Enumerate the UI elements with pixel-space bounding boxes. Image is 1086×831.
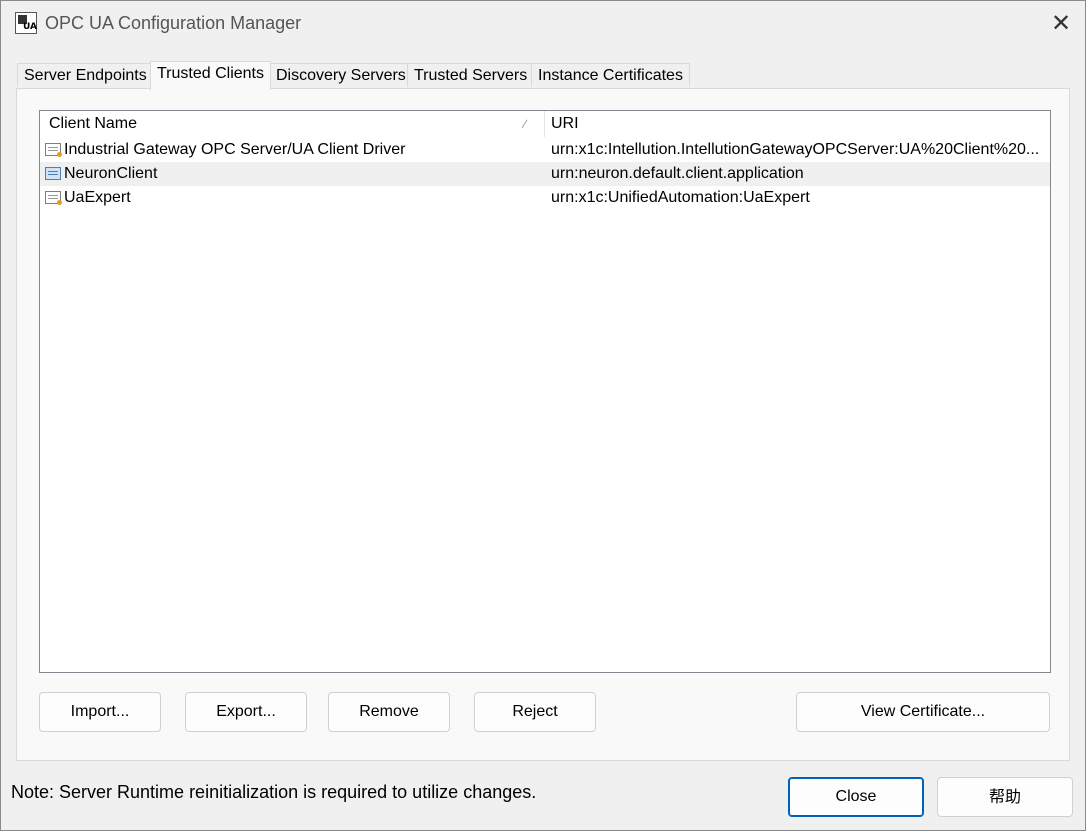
list-item[interactable]: UaExpert urn:x1c:UnifiedAutomation:UaExp… xyxy=(40,186,1050,210)
column-header-uri[interactable]: URI xyxy=(545,111,1050,137)
client-name: NeuronClient xyxy=(64,165,158,182)
close-button[interactable]: Close xyxy=(788,777,924,817)
help-button[interactable]: 帮助 xyxy=(937,777,1073,817)
sort-indicator-icon: ∕ xyxy=(524,117,527,131)
tab-discovery-servers[interactable]: Discovery Servers xyxy=(269,63,413,87)
list-item[interactable]: Industrial Gateway OPC Server/UA Client … xyxy=(40,138,1050,162)
import-button[interactable]: Import... xyxy=(39,692,161,732)
certificate-icon xyxy=(45,167,61,180)
list-header: Client Name ∕ URI xyxy=(40,111,1050,137)
tab-trusted-clients[interactable]: Trusted Clients xyxy=(150,61,271,90)
tab-instance-certificates[interactable]: Instance Certificates xyxy=(531,63,690,87)
remove-button[interactable]: Remove xyxy=(328,692,450,732)
list-item[interactable]: NeuronClient urn:neuron.default.client.a… xyxy=(40,162,1050,186)
client-uri: urn:x1c:Intellution.IntellutionGatewayOP… xyxy=(551,141,1040,158)
client-name: Industrial Gateway OPC Server/UA Client … xyxy=(64,141,406,158)
runtime-note: Note: Server Runtime reinitialization is… xyxy=(11,782,537,802)
client-name: UaExpert xyxy=(64,189,131,206)
opc-ua-icon: UA xyxy=(15,12,37,34)
tab-panel: Client Name ∕ URI Industrial Gateway OPC… xyxy=(16,88,1070,761)
column-header-client-name[interactable]: Client Name ∕ xyxy=(40,111,545,137)
certificate-icon xyxy=(45,143,62,157)
client-uri: urn:x1c:UnifiedAutomation:UaExpert xyxy=(551,189,810,206)
view-certificate-button[interactable]: View Certificate... xyxy=(796,692,1050,732)
reject-button[interactable]: Reject xyxy=(474,692,596,732)
tab-server-endpoints[interactable]: Server Endpoints xyxy=(17,63,154,87)
app-icon-text: UA xyxy=(23,22,37,32)
window-title: OPC UA Configuration Manager xyxy=(45,13,302,33)
tab-trusted-servers[interactable]: Trusted Servers xyxy=(407,63,535,87)
close-icon[interactable]: ✕ xyxy=(1047,9,1075,37)
title-bar: UA OPC UA Configuration Manager ✕ xyxy=(1,1,1085,49)
dialog-window: UA OPC UA Configuration Manager ✕ Server… xyxy=(0,0,1086,831)
client-uri: urn:neuron.default.client.application xyxy=(551,165,804,182)
trusted-clients-list[interactable]: Client Name ∕ URI Industrial Gateway OPC… xyxy=(39,110,1051,673)
export-button[interactable]: Export... xyxy=(185,692,307,732)
column-header-label: Client Name xyxy=(49,115,138,132)
certificate-icon xyxy=(45,191,62,205)
